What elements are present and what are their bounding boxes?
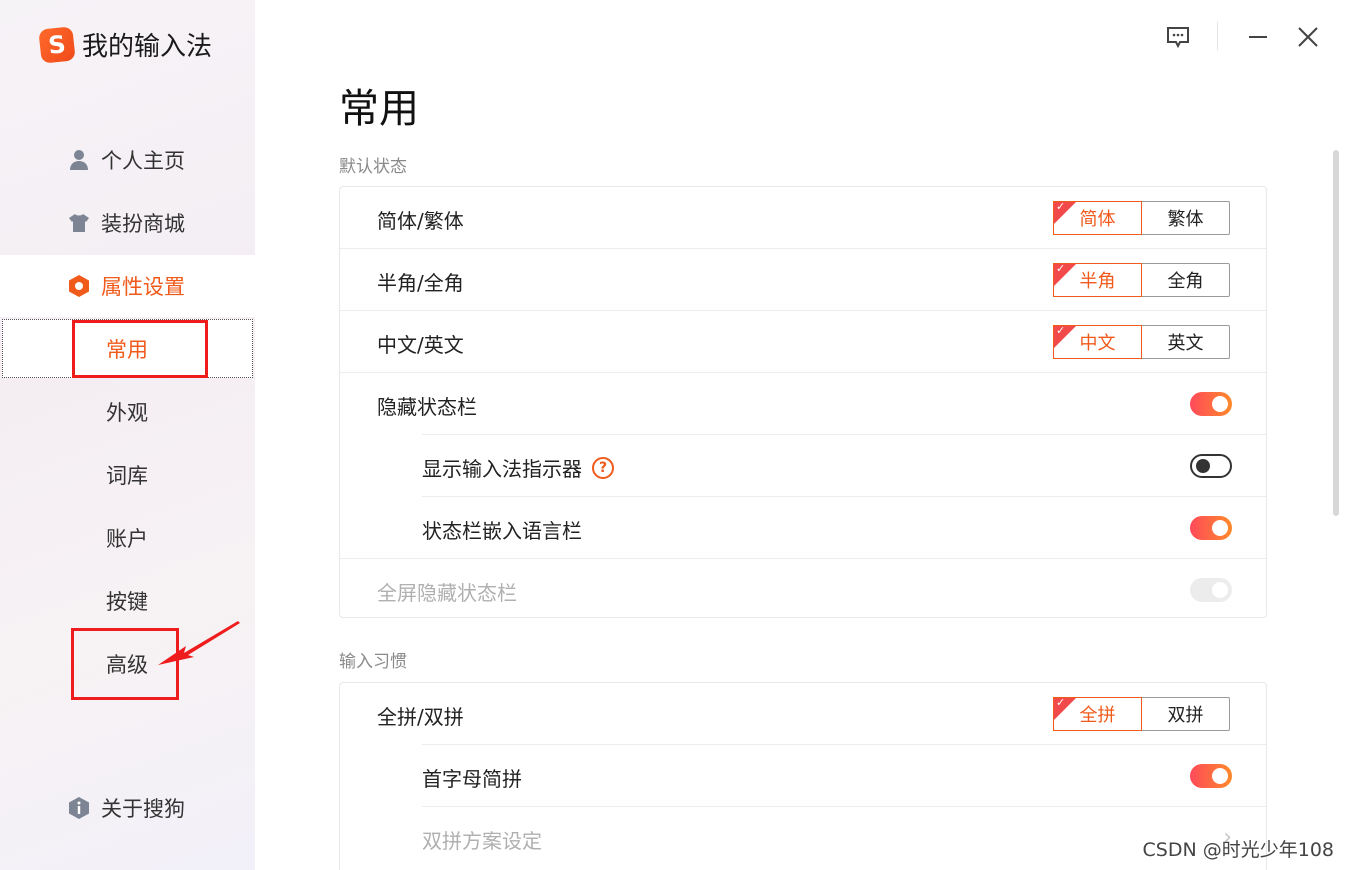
minimize-icon	[1249, 36, 1267, 38]
close-icon	[1298, 27, 1318, 47]
segment-option-label: 繁体	[1167, 209, 1204, 230]
sidebar-item-settings[interactable]: 属性设置	[0, 255, 255, 317]
setting-label: 双拼方案设定	[422, 829, 542, 853]
segment-option-label: 全拼	[1079, 705, 1116, 726]
section-label: 默认状态	[339, 157, 407, 177]
sidebar-subitem-dictionary[interactable]: 词库	[0, 444, 255, 506]
setting-row-show-indicator: 显示输入法指示器 ?	[340, 435, 1266, 497]
watermark: CSDN @时光少年108	[1142, 839, 1334, 861]
sidebar-item-about[interactable]: 关于搜狗	[0, 777, 255, 839]
sidebar-item-shop[interactable]: 装扮商城	[0, 192, 255, 254]
segment-option-selected[interactable]: ✓ 全拼	[1053, 696, 1142, 731]
feedback-icon	[1167, 27, 1189, 48]
help-icon[interactable]: ?	[592, 456, 614, 479]
settings-panel-input-habits: 全拼/双拼 ✓ 全拼 双拼 首字母简拼 双拼方案设定 ›	[339, 682, 1267, 870]
segment-option-selected[interactable]: ✓ 中文	[1053, 324, 1142, 359]
main-panel: 常用 默认状态 简体/繁体 ✓ 简体 繁体 半角/全角 ✓ 半角 全角 中文/英…	[255, 0, 1350, 870]
setting-label: 显示输入法指示器	[422, 457, 582, 481]
setting-label: 半角/全角	[377, 271, 464, 295]
setting-row-halfwidth-fullwidth: 半角/全角 ✓ 半角 全角	[340, 249, 1266, 311]
segment-option[interactable]: 双拼	[1142, 698, 1229, 730]
sidebar-item-label: 装扮商城	[101, 212, 185, 236]
setting-label: 状态栏嵌入语言栏	[422, 519, 582, 543]
shirt-icon	[68, 212, 90, 234]
toggle-knob	[1196, 459, 1210, 473]
sidebar-item-label: 关于搜狗	[101, 797, 185, 821]
check-icon: ✓	[1056, 262, 1066, 275]
setting-row-simplified-traditional: 简体/繁体 ✓ 简体 繁体	[340, 187, 1266, 249]
minimize-button[interactable]	[1243, 22, 1273, 52]
info-icon	[68, 797, 90, 819]
toggle-switch[interactable]	[1190, 764, 1232, 788]
segment-option-label: 全角	[1167, 271, 1204, 292]
segment-option-label: 中文	[1079, 333, 1116, 354]
setting-row-hide-statusbar: 隐藏状态栏	[340, 373, 1266, 435]
annotation-box-common	[72, 320, 208, 378]
toggle-knob	[1212, 396, 1228, 412]
segmented-control: ✓ 全拼 双拼	[1053, 696, 1230, 731]
setting-label: 全拼/双拼	[377, 705, 464, 729]
toggle-switch[interactable]	[1190, 454, 1232, 478]
annotation-arrow-icon	[158, 621, 240, 665]
sidebar-item-label: 个人主页	[101, 149, 185, 173]
setting-row-shuangpin-scheme: 双拼方案设定 ›	[340, 807, 1266, 869]
scrollbar[interactable]	[1333, 150, 1339, 516]
sidebar-subitem-label: 账户	[106, 527, 148, 551]
setting-row-chinese-english: 中文/英文 ✓ 中文 英文	[340, 311, 1266, 373]
settings-panel-default-state: 简体/繁体 ✓ 简体 繁体 半角/全角 ✓ 半角 全角 中文/英文 ✓ 中文 英…	[339, 186, 1267, 618]
setting-label: 首字母简拼	[422, 767, 522, 791]
page-title: 常用	[339, 86, 419, 132]
section-label: 输入习惯	[339, 652, 407, 672]
toggle-knob	[1212, 582, 1228, 598]
sidebar-subitem-account[interactable]: 账户	[0, 507, 255, 569]
sidebar-subitem-label: 外观	[106, 401, 148, 425]
toggle-knob	[1212, 520, 1228, 536]
setting-row-embed-language-bar: 状态栏嵌入语言栏	[340, 497, 1266, 559]
check-icon: ✓	[1056, 200, 1066, 213]
sidebar-item-profile[interactable]: 个人主页	[0, 129, 255, 191]
setting-row-quanpin-shuangpin: 全拼/双拼 ✓ 全拼 双拼	[340, 683, 1266, 745]
segment-option-label: 英文	[1167, 333, 1204, 354]
setting-label: 隐藏状态栏	[377, 395, 477, 419]
setting-label-wrap: 显示输入法指示器 ?	[422, 453, 614, 482]
toggle-switch[interactable]	[1190, 392, 1232, 416]
segment-option[interactable]: 繁体	[1142, 202, 1229, 234]
setting-label: 全屏隐藏状态栏	[377, 581, 517, 605]
sidebar-item-label: 属性设置	[101, 275, 185, 299]
setting-label: 简体/繁体	[377, 209, 464, 233]
setting-row-initial-abbrev: 首字母简拼	[340, 745, 1266, 807]
toggle-switch-disabled	[1190, 578, 1232, 602]
segment-option-label: 半角	[1079, 271, 1116, 292]
feedback-button[interactable]	[1163, 22, 1193, 52]
segmented-control: ✓ 半角 全角	[1053, 262, 1230, 297]
sidebar-subitem-label: 按键	[106, 590, 148, 614]
sidebar-subitem-label: 词库	[106, 464, 148, 488]
app-logo: S 我的输入法	[38, 25, 213, 64]
check-icon: ✓	[1056, 324, 1066, 337]
segment-option-selected[interactable]: ✓ 简体	[1053, 200, 1142, 235]
segment-option-label: 双拼	[1167, 705, 1204, 726]
segment-option-selected[interactable]: ✓ 半角	[1053, 262, 1142, 297]
toggle-knob	[1212, 768, 1228, 784]
sidebar: S 我的输入法 个人主页 装扮商城 属性设置 常用 外观 词库 账户 按键 高级	[0, 0, 255, 870]
segment-option-label: 简体	[1079, 209, 1116, 230]
segmented-control: ✓ 中文 英文	[1053, 324, 1230, 359]
close-button[interactable]	[1293, 22, 1323, 52]
app-title: 我的输入法	[82, 32, 213, 62]
toggle-switch[interactable]	[1190, 516, 1232, 540]
segmented-control: ✓ 简体 繁体	[1053, 200, 1230, 235]
user-icon	[68, 149, 90, 171]
setting-row-fullscreen-hide: 全屏隐藏状态栏	[340, 559, 1266, 617]
segment-option[interactable]: 全角	[1142, 264, 1229, 296]
settings-hex-icon	[68, 275, 90, 297]
titlebar-divider	[1217, 22, 1218, 50]
sidebar-subitem-appearance[interactable]: 外观	[0, 381, 255, 443]
segment-option[interactable]: 英文	[1142, 326, 1229, 358]
sogou-logo-icon: S	[38, 25, 76, 64]
setting-label: 中文/英文	[377, 333, 464, 357]
check-icon: ✓	[1056, 696, 1066, 709]
